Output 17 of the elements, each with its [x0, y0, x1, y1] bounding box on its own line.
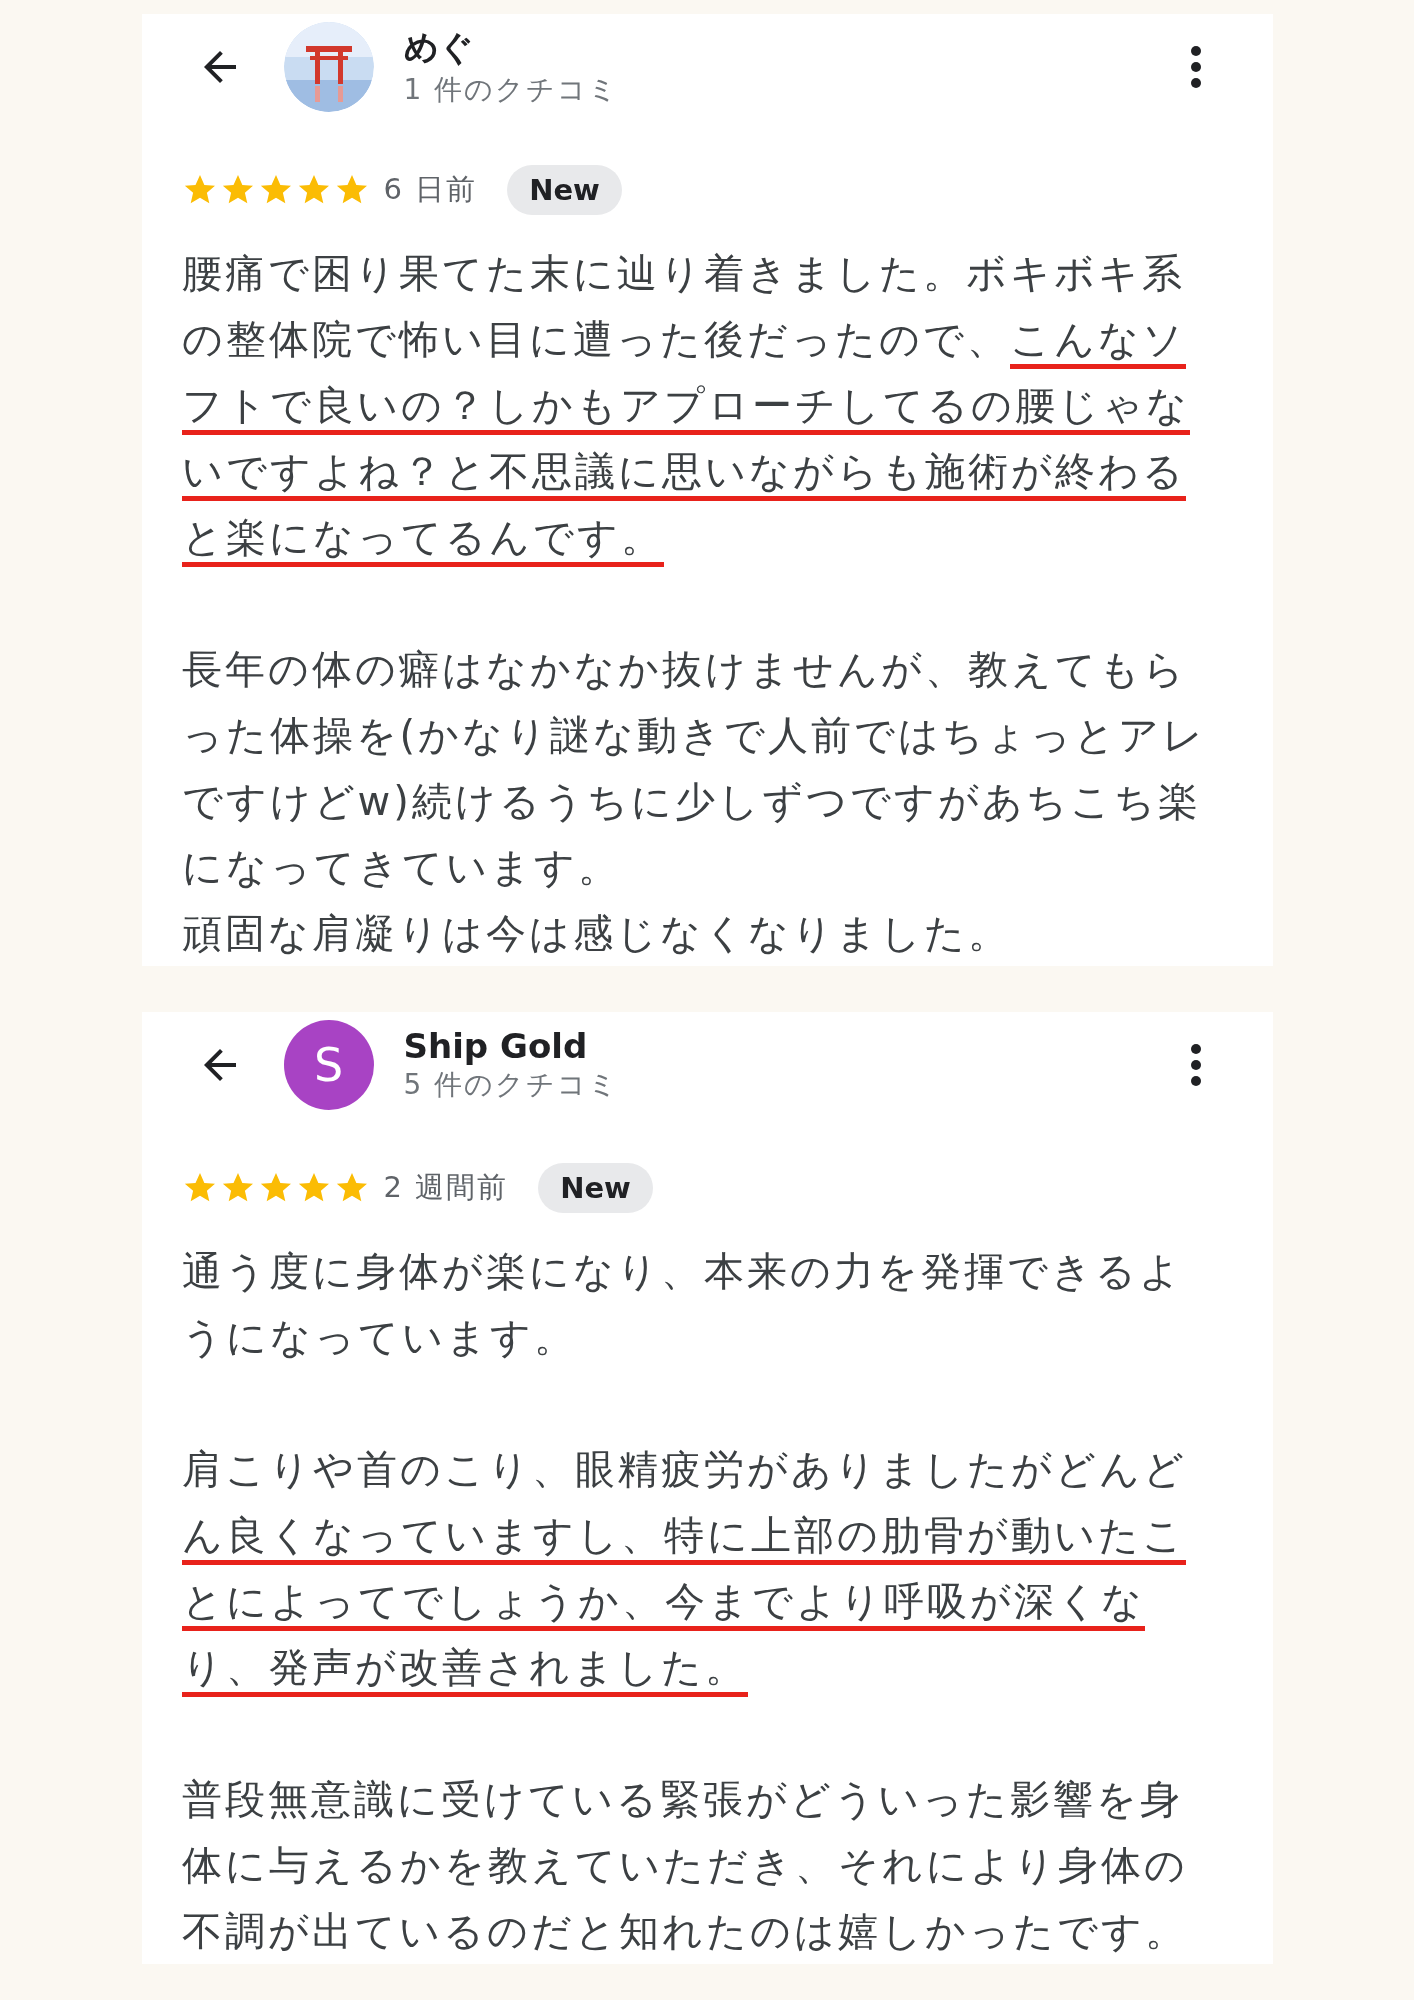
more-options-icon[interactable] — [1188, 1042, 1203, 1088]
review-time: 6 日前 — [383, 171, 478, 208]
author-name: めぐ — [403, 26, 474, 69]
review-text: 普段無意識に受けている緊張がどういった影響を身体に与えるかを教えていただき、それにより身体の不調が出ているのだと知れたのは嬉しかったです。 — [181, 1775, 1189, 1956]
review-count: 5 件のクチコミ — [403, 1067, 620, 1103]
review-text: 長年の体の癖はなかなか抜けませんが、教えてもらった体操を(かなり謎な動きで人前ではちょっとアレですけどw)続けるうちに少しずつですがあちこち楽になってきています。 — [181, 645, 1208, 892]
more-options-icon[interactable] — [1188, 44, 1203, 90]
review-text: 通う度に身体が楽になり、本来の力を発揮できるようになっています。 — [181, 1247, 1184, 1362]
avatar: S — [283, 1020, 374, 1110]
review-text: 肩こりや首のこり、眼精疲労がありましたがどんど ん良くなっていますし、特に上部の肋骨が動いたことによってでしょうか、今までより呼吸が深くなり、発声が改善されました。 — [181, 1436, 1222, 1700]
review-count: 1 件のクチコミ — [403, 72, 620, 108]
new-badge: New — [507, 165, 622, 215]
review-text: 頑固な肩凝りは今は感じなくなりました。 — [181, 909, 1012, 958]
review-text: 腰痛で困り果てた末に辿り着きました。ボキボキ系の整体院で怖い目に遭った後だったので、こんなソフトで良いの？しかもアプローチしてるの腰じゃないですよね？と不思議に思いながらも施術が終わると楽になってるんです。 — [181, 240, 1222, 570]
author-name: Ship Gold — [403, 1026, 588, 1066]
new-badge: New — [538, 1163, 653, 1213]
review-time: 2 週間前 — [383, 1169, 509, 1206]
